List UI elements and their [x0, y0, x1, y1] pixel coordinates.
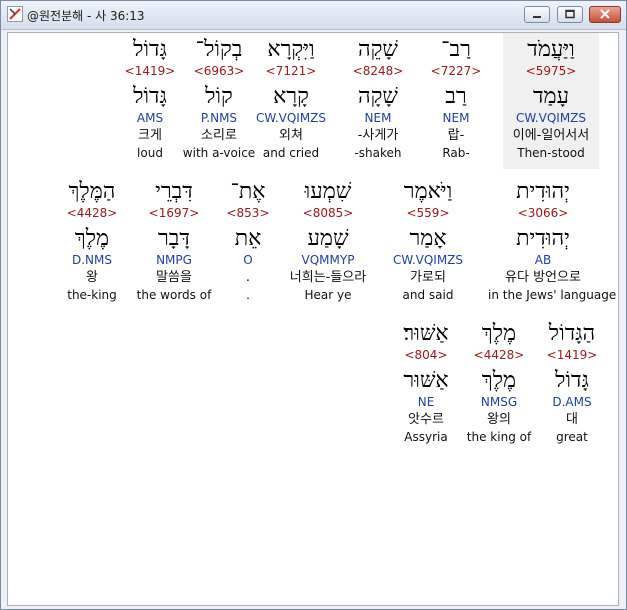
minimize-button[interactable] — [524, 6, 550, 23]
hebrew-word: וַיֹּאמֶר — [403, 179, 453, 204]
title-bar[interactable]: @원전분해 - 사 36:13 — [1, 1, 626, 30]
word-cell[interactable]: דִּבְרֵי <1697> דָּבָר NMPG 말씀을 the word… — [126, 179, 222, 303]
morphology-code: AMS — [136, 111, 164, 125]
lexical-form: יְהוּדִית — [516, 226, 570, 251]
window-title: @원전분해 - 사 36:13 — [27, 9, 145, 23]
english-gloss: Assyria — [404, 430, 448, 444]
lexical-form: אָמַר — [409, 226, 447, 251]
strong-number[interactable]: <5975> — [503, 63, 599, 79]
korean-gloss: 왕 — [86, 270, 98, 285]
strong-number[interactable]: <8248> — [330, 63, 426, 79]
word-cell[interactable]: גָּדוֹל <1419> גָּדוֹל AMS 크게 loud — [102, 37, 198, 161]
korean-gloss: -사게가 — [357, 128, 399, 143]
hebrew-word: גָּדוֹל — [133, 37, 167, 62]
hebrew-word: יְהוּדִית — [516, 179, 570, 204]
word-cell[interactable]: יְהוּדִית <3066> יְהוּדִית AB 유다 방언으로 in… — [488, 179, 617, 303]
strong-number[interactable]: <3066> — [488, 205, 598, 221]
lexical-form: אַשּׁוּר — [403, 368, 449, 393]
lexical-form: עָמַד — [532, 84, 570, 109]
english-gloss: the words of — [136, 288, 212, 302]
strong-number[interactable]: <1419> — [102, 63, 198, 79]
korean-gloss: 유다 방언으로 — [505, 270, 581, 285]
lexical-form: גָּדוֹל — [133, 84, 167, 109]
english-gloss: Then-stood — [517, 146, 585, 160]
hebrew-word: וַיַּעֲמֹד — [527, 37, 575, 62]
interlinear-view[interactable]: וַיַּעֲמֹד <5975> עָמַד CW.VQIMZS 이에-일어서… — [7, 32, 619, 606]
lexical-form: שָׁקָה — [357, 84, 398, 109]
maximize-button[interactable] — [557, 6, 583, 23]
hebrew-word: שָׁקֵה — [357, 37, 398, 62]
lexical-form: מֶלֶךְ — [74, 226, 110, 251]
word-cell[interactable]: וַיַּעֲמֹד <5975> עָמַד CW.VQIMZS 이에-일어서… — [503, 33, 599, 169]
morphology-code: NMPG — [156, 253, 192, 267]
strong-number[interactable]: <1697> — [126, 205, 222, 221]
korean-gloss: 앗수르 — [408, 412, 444, 427]
word-cell[interactable]: שָׁקֵה <8248> שָׁקָה NEM -사게가 -shakeh — [330, 37, 426, 161]
word-cell[interactable]: אַשּׁוּר׃ <804> אַשּׁוּר NE 앗수르 Assyria — [378, 321, 474, 445]
english-gloss: -shakeh — [354, 146, 402, 160]
hebrew-word: דִּבְרֵי — [155, 179, 193, 204]
korean-gloss: 이에-일어서서 — [512, 128, 590, 143]
morphology-code: NE — [417, 395, 435, 409]
lexical-form: דָּבָר — [158, 226, 190, 251]
morphology-code: D.NMS — [71, 253, 112, 267]
app-window: @원전분해 - 사 36:13 וַיַּעֲמֹד <5975> עָמַד … — [0, 0, 627, 610]
english-gloss: loud — [137, 146, 163, 160]
morphology-code: AB — [534, 253, 552, 267]
english-gloss: in the Jews' language — [488, 288, 617, 302]
hebrew-word: אַשּׁוּר׃ — [403, 321, 449, 346]
english-gloss: the-king — [67, 288, 117, 302]
english-gloss: and said — [402, 288, 454, 302]
korean-gloss: 말씀을 — [156, 270, 192, 285]
maximize-icon — [565, 9, 575, 19]
korean-gloss: 가로되 — [410, 270, 446, 285]
word-cell[interactable]: הַמֶּלֶךְ <4428> מֶלֶךְ D.NMS 왕 the-king — [44, 179, 140, 303]
app-icon — [7, 6, 23, 22]
morphology-code: CW.VQIMZS — [515, 111, 587, 125]
minimize-icon — [533, 16, 541, 18]
close-button[interactable] — [589, 6, 621, 23]
strong-number[interactable]: <804> — [378, 347, 474, 363]
hebrew-word: הַמֶּלֶךְ — [68, 179, 116, 204]
morphology-code: NEM — [364, 111, 392, 125]
morphology-code: CW.VQIMZS — [392, 253, 464, 267]
strong-number[interactable]: <4428> — [44, 205, 140, 221]
close-icon — [600, 9, 610, 19]
strong-number[interactable]: <559> — [380, 205, 476, 221]
word-cell[interactable]: וַיֹּאמֶר <559> אָמַר CW.VQIMZS 가로되 and … — [380, 179, 476, 303]
korean-gloss: 크게 — [138, 128, 162, 143]
